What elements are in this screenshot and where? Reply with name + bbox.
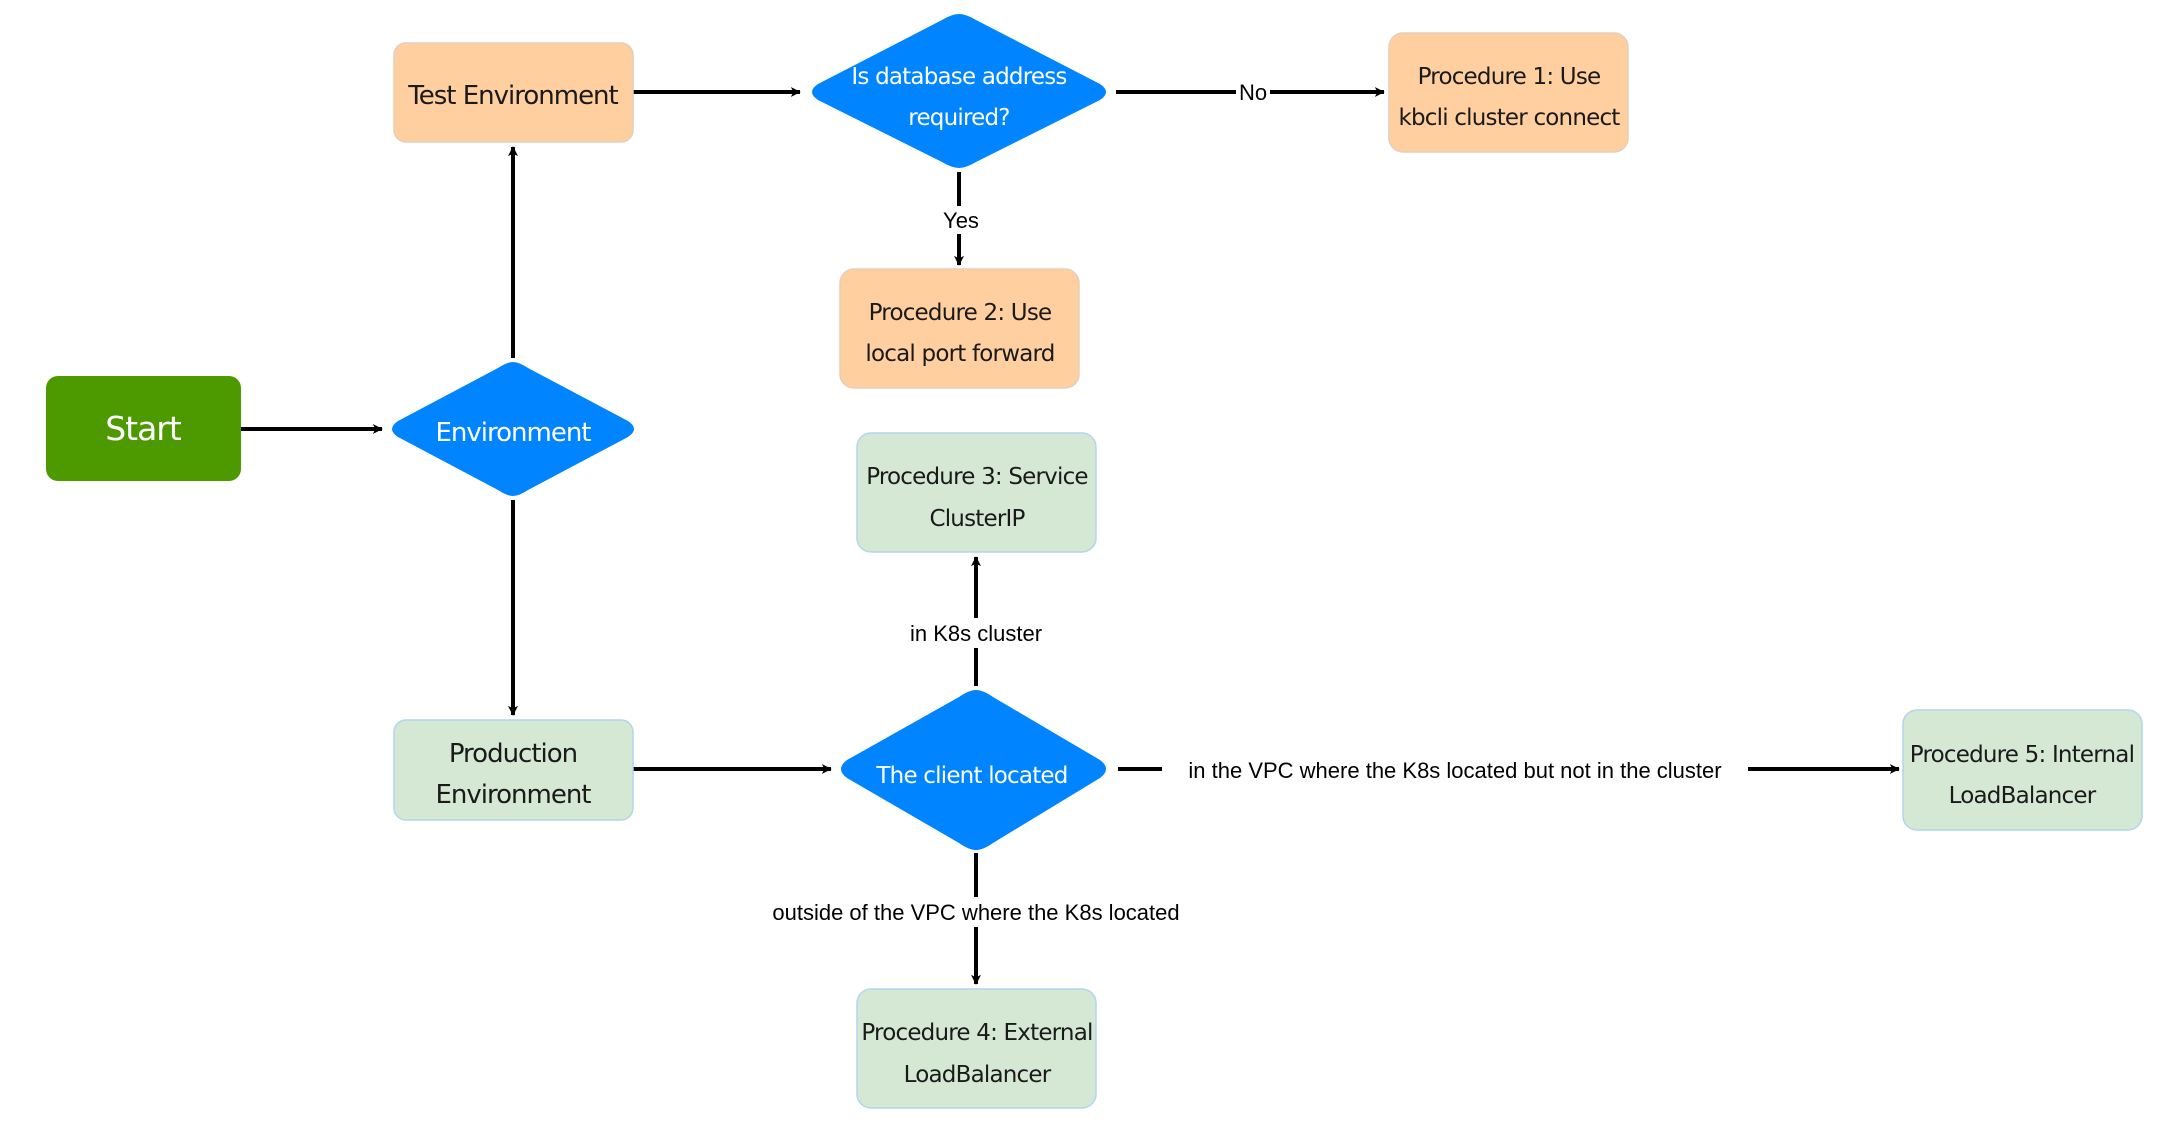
edge-label-in-cluster: in K8s cluster <box>910 621 1042 646</box>
procedure-4-line2: LoadBalancer <box>904 1062 1052 1088</box>
flowchart-canvas: No Yes in K8s cluster in the VPC where t… <box>46 14 2143 1109</box>
db-address-decision-line1: Is database address <box>851 64 1066 90</box>
procedure-1-line1: Procedure 1: Use <box>1418 64 1601 90</box>
db-address-decision[interactable]: Is database address required? <box>812 14 1106 168</box>
procedure-4-line1: Procedure 4: External <box>861 1020 1092 1046</box>
procedure-3-line1: Procedure 3: Service <box>866 464 1088 490</box>
production-environment-line1: Production <box>449 739 577 769</box>
edge-label-in-vpc: in the VPC where the K8s located but not… <box>1188 758 1721 783</box>
start-node[interactable]: Start <box>46 376 241 481</box>
procedure-3-line2: ClusterIP <box>929 506 1025 532</box>
test-environment-node[interactable]: Test Environment <box>393 42 634 143</box>
edge-label-yes: Yes <box>943 208 979 233</box>
procedure-5-line1: Procedure 5: Internal <box>1910 742 2134 768</box>
edge-label-no: No <box>1239 80 1267 105</box>
client-located-decision-label: The client located <box>875 763 1067 789</box>
test-environment-label: Test Environment <box>407 81 618 111</box>
procedure-4-node[interactable]: Procedure 4: External LoadBalancer <box>856 988 1097 1109</box>
procedure-3-node[interactable]: Procedure 3: Service ClusterIP <box>856 432 1097 553</box>
environment-decision-label: Environment <box>435 418 591 448</box>
environment-decision[interactable]: Environment <box>392 362 634 496</box>
edge-label-outside-vpc: outside of the VPC where the K8s located <box>772 900 1179 925</box>
procedure-1-node[interactable]: Procedure 1: Use kbcli cluster connect <box>1388 32 1629 153</box>
procedure-5-line2: LoadBalancer <box>1949 783 2097 809</box>
procedure-2-line1: Procedure 2: Use <box>869 300 1052 326</box>
db-address-decision-line2: required? <box>908 105 1009 131</box>
procedure-1-line2: kbcli cluster connect <box>1398 105 1620 131</box>
production-environment-node[interactable]: Production Environment <box>393 719 634 821</box>
procedure-5-node[interactable]: Procedure 5: Internal LoadBalancer <box>1902 709 2143 831</box>
start-node-label: Start <box>105 409 182 448</box>
client-located-decision[interactable]: The client located <box>841 690 1106 850</box>
procedure-2-node[interactable]: Procedure 2: Use local port forward <box>839 268 1080 389</box>
procedure-2-line2: local port forward <box>865 341 1054 367</box>
production-environment-line2: Environment <box>435 780 591 810</box>
